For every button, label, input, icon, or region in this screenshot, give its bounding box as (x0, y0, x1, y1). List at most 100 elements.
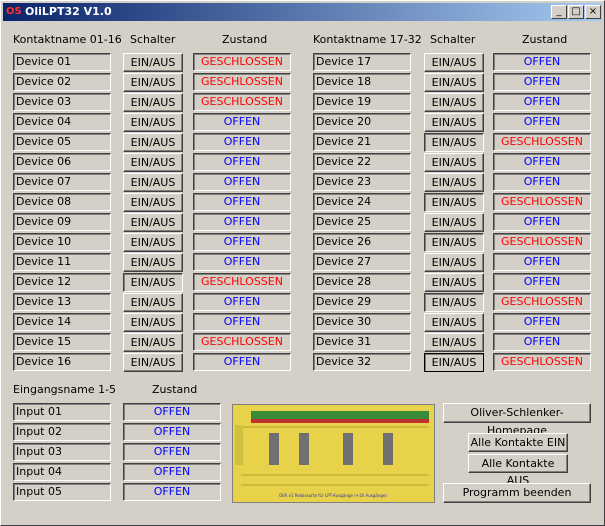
device-state-display: OFFEN (493, 173, 591, 191)
device-toggle-button[interactable]: EIN/AUS (123, 93, 183, 112)
device-state-display: OFFEN (493, 333, 591, 351)
device-toggle-button[interactable]: EIN/AUS (424, 133, 484, 152)
device-name-field[interactable]: Device 18 (313, 73, 411, 91)
device-name-field[interactable]: Device 26 (313, 233, 411, 251)
device-name-field[interactable]: Device 17 (313, 53, 411, 71)
device-name-field[interactable]: Device 12 (13, 273, 111, 291)
device-name-field[interactable]: Device 06 (13, 153, 111, 171)
device-name-field[interactable]: Device 14 (13, 313, 111, 331)
device-name-field[interactable]: Device 32 (313, 353, 411, 371)
close-button[interactable]: × (585, 5, 601, 19)
device-name-field[interactable]: Device 11 (13, 253, 111, 271)
device-name-field[interactable]: Device 16 (13, 353, 111, 371)
device-toggle-button[interactable]: EIN/AUS (123, 133, 183, 152)
device-state-display: OFFEN (193, 213, 291, 231)
device-toggle-button[interactable]: EIN/AUS (424, 353, 484, 372)
input-state-display: OFFEN (123, 403, 221, 421)
device-toggle-button[interactable]: EIN/AUS (123, 173, 183, 192)
device-state-display: OFFEN (493, 213, 591, 231)
device-name-field[interactable]: Device 13 (13, 293, 111, 311)
input-name-field[interactable]: Input 02 (13, 423, 111, 441)
device-name-field[interactable]: Device 23 (313, 173, 411, 191)
device-state-display: GESCHLOSSEN (493, 293, 591, 311)
device-toggle-button[interactable]: EIN/AUS (424, 233, 484, 252)
minimize-button[interactable]: _ (551, 5, 567, 19)
input-name-field[interactable]: Input 05 (13, 483, 111, 501)
device-name-field[interactable]: Device 24 (313, 193, 411, 211)
board-caption: OliR v1 Relaiskarte für LPT-Ausgänge (+1… (279, 493, 387, 498)
device-name-field[interactable]: Device 01 (13, 53, 111, 71)
device-name-field[interactable]: Device 29 (313, 293, 411, 311)
device-name-field[interactable]: Device 27 (313, 253, 411, 271)
device-toggle-button[interactable]: EIN/AUS (123, 353, 183, 372)
device-toggle-button[interactable]: EIN/AUS (424, 253, 484, 272)
device-toggle-button[interactable]: EIN/AUS (424, 273, 484, 292)
device-toggle-button[interactable]: EIN/AUS (424, 313, 484, 332)
input-name-field[interactable]: Input 01 (13, 403, 111, 421)
input-name-field[interactable]: Input 04 (13, 463, 111, 481)
device-toggle-button[interactable]: EIN/AUS (424, 293, 484, 312)
device-name-field[interactable]: Device 28 (313, 273, 411, 291)
header-switch-left: Schalter (130, 33, 176, 46)
device-toggle-button[interactable]: EIN/AUS (424, 153, 484, 172)
device-state-display: OFFEN (193, 113, 291, 131)
device-state-display: GESCHLOSSEN (193, 333, 291, 351)
device-toggle-button[interactable]: EIN/AUS (424, 53, 484, 72)
all-on-button[interactable]: Alle Kontakte EIN (468, 433, 568, 452)
app-window: OS OliLPT32 V1.0 _ □ × Kontaktname 01-16… (0, 0, 605, 526)
homepage-button[interactable]: Oliver-Schlenker-Homepage (443, 403, 591, 437)
device-name-field[interactable]: Device 05 (13, 133, 111, 151)
device-name-field[interactable]: Device 02 (13, 73, 111, 91)
title-bar[interactable]: OS OliLPT32 V1.0 _ □ × (3, 3, 602, 21)
device-state-display: OFFEN (193, 233, 291, 251)
device-name-field[interactable]: Device 03 (13, 93, 111, 111)
device-name-field[interactable]: Device 30 (313, 313, 411, 331)
device-name-field[interactable]: Device 20 (313, 113, 411, 131)
device-name-field[interactable]: Device 22 (313, 153, 411, 171)
device-toggle-button[interactable]: EIN/AUS (123, 213, 183, 232)
device-toggle-button[interactable]: EIN/AUS (123, 233, 183, 252)
device-toggle-button[interactable]: EIN/AUS (123, 113, 183, 132)
quit-button[interactable]: Programm beenden (443, 483, 591, 503)
device-toggle-button[interactable]: EIN/AUS (123, 193, 183, 212)
device-toggle-button[interactable]: EIN/AUS (123, 313, 183, 332)
device-name-field[interactable]: Device 08 (13, 193, 111, 211)
device-toggle-button[interactable]: EIN/AUS (123, 153, 183, 172)
app-icon: OS (6, 6, 22, 17)
device-toggle-button[interactable]: EIN/AUS (424, 193, 484, 212)
window-title: OliLPT32 V1.0 (25, 5, 112, 18)
device-state-display: GESCHLOSSEN (493, 193, 591, 211)
device-name-field[interactable]: Device 25 (313, 213, 411, 231)
device-state-display: OFFEN (493, 53, 591, 71)
device-toggle-button[interactable]: EIN/AUS (424, 213, 484, 232)
device-name-field[interactable]: Device 07 (13, 173, 111, 191)
device-toggle-button[interactable]: EIN/AUS (424, 173, 484, 192)
device-name-field[interactable]: Device 04 (13, 113, 111, 131)
device-name-field[interactable]: Device 21 (313, 133, 411, 151)
device-toggle-button[interactable]: EIN/AUS (123, 253, 183, 272)
header-state-right: Zustand (522, 33, 568, 46)
input-name-field[interactable]: Input 03 (13, 443, 111, 461)
device-toggle-button[interactable]: EIN/AUS (123, 273, 183, 292)
device-name-field[interactable]: Device 19 (313, 93, 411, 111)
device-state-display: OFFEN (493, 273, 591, 291)
device-name-field[interactable]: Device 10 (13, 233, 111, 251)
device-state-display: OFFEN (193, 173, 291, 191)
device-toggle-button[interactable]: EIN/AUS (424, 93, 484, 112)
device-state-display: OFFEN (493, 93, 591, 111)
device-toggle-button[interactable]: EIN/AUS (123, 293, 183, 312)
maximize-button[interactable]: □ (568, 5, 584, 19)
all-off-button[interactable]: Alle Kontakte AUS (468, 454, 568, 487)
device-toggle-button[interactable]: EIN/AUS (123, 73, 183, 92)
header-name-right: Kontaktname 17-32 (313, 33, 422, 46)
device-state-display: OFFEN (193, 293, 291, 311)
device-name-field[interactable]: Device 31 (313, 333, 411, 351)
device-toggle-button[interactable]: EIN/AUS (123, 333, 183, 352)
device-toggle-button[interactable]: EIN/AUS (424, 333, 484, 352)
input-state-display: OFFEN (123, 423, 221, 441)
device-toggle-button[interactable]: EIN/AUS (424, 113, 484, 132)
device-name-field[interactable]: Device 09 (13, 213, 111, 231)
device-toggle-button[interactable]: EIN/AUS (424, 73, 484, 92)
device-toggle-button[interactable]: EIN/AUS (123, 53, 183, 72)
device-name-field[interactable]: Device 15 (13, 333, 111, 351)
